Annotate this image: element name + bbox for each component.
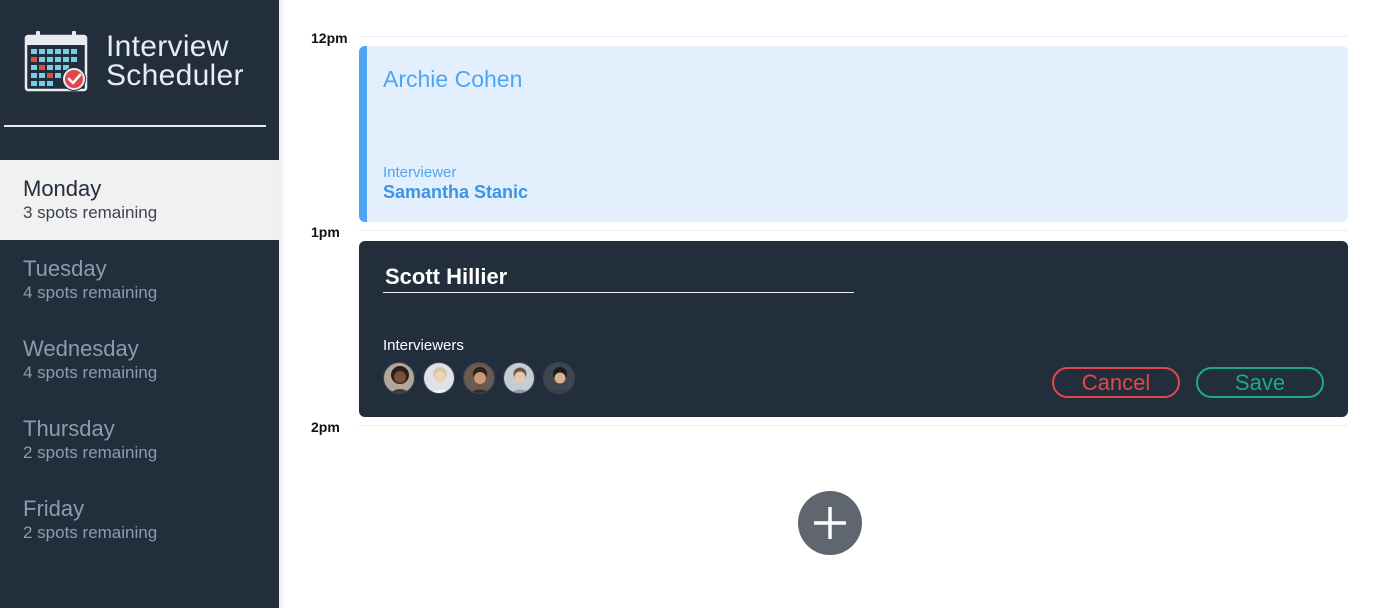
app-title-line-2: Scheduler [106, 59, 244, 92]
person-icon [424, 363, 454, 393]
brand: Interview Scheduler [24, 30, 244, 94]
interviewer-avatar-2[interactable] [423, 362, 455, 394]
appointment-card: Archie Cohen Interviewer Samantha Stanic [359, 46, 1348, 222]
app-title-line-1: Interview [106, 30, 229, 63]
interviewer-label: Interviewer [383, 164, 457, 181]
hour-divider [359, 36, 1348, 37]
person-icon [544, 363, 574, 393]
student-name-input[interactable] [383, 261, 854, 293]
person-icon [464, 363, 494, 393]
day-item-tuesday[interactable]: Tuesday 4 spots remaining [0, 240, 279, 320]
hour-label-1pm: 1pm [311, 224, 340, 240]
hour-divider [359, 230, 1348, 231]
interviewer-name: Samantha Stanic [383, 182, 529, 202]
interviewer-avatar-1[interactable] [383, 362, 415, 394]
person-icon [504, 363, 534, 393]
day-spots: 4 spots remaining [23, 283, 158, 302]
day-spots: 3 spots remaining [23, 203, 158, 222]
hour-divider [359, 425, 1348, 426]
hour-label-12pm: 12pm [311, 30, 348, 46]
sidebar: Interview Scheduler Monday 3 spots remai… [0, 0, 279, 608]
day-spots: 2 spots remaining [23, 443, 158, 462]
day-spots: 2 spots remaining [23, 523, 158, 542]
interviewer-list [383, 362, 583, 394]
interviewer-avatar-5[interactable] [543, 362, 575, 394]
day-name: Wednesday [23, 336, 139, 361]
day-name: Friday [23, 496, 85, 521]
day-item-thursday[interactable]: Thursday 2 spots remaining [0, 400, 279, 480]
day-item-wednesday[interactable]: Wednesday 4 spots remaining [0, 320, 279, 400]
save-button[interactable]: Save [1196, 367, 1324, 398]
interviewer-avatar-3[interactable] [463, 362, 495, 394]
hour-label-2pm: 2pm [311, 419, 340, 435]
cancel-button[interactable]: Cancel [1052, 367, 1180, 398]
interviewers-label: Interviewers [383, 337, 464, 354]
calendar-check-icon [24, 31, 88, 92]
day-list: Monday 3 spots remaining Tuesday 4 spots… [0, 160, 279, 560]
plus-icon [814, 507, 846, 539]
day-spots: 4 spots remaining [23, 363, 158, 382]
interviewer-avatar-4[interactable] [503, 362, 535, 394]
sidebar-shadow [279, 0, 285, 608]
appointment-form: Interviewers [359, 241, 1348, 417]
day-item-monday[interactable]: Monday 3 spots remaining [0, 160, 279, 240]
app-title: Interview Scheduler [106, 30, 244, 92]
person-icon [384, 363, 414, 393]
day-name: Thursday [23, 416, 115, 441]
add-appointment-button[interactable] [798, 491, 862, 555]
sidebar-divider [4, 125, 266, 127]
day-name: Tuesday [23, 256, 107, 281]
day-name: Monday [23, 176, 102, 201]
day-item-friday[interactable]: Friday 2 spots remaining [0, 480, 279, 560]
app-root: Interview Scheduler Monday 3 spots remai… [0, 0, 1378, 608]
student-name: Archie Cohen [383, 66, 523, 92]
